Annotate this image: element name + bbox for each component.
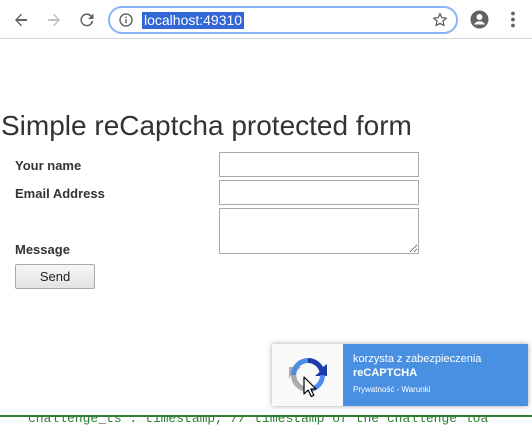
code-editor-strip: challenge_ts": timestamp, // timestamp o…: [0, 415, 532, 425]
page-title: Simple reCaptcha protected form: [1, 110, 412, 141]
message-label: Message: [15, 242, 70, 257]
code-line: challenge_ts": timestamp, // timestamp o…: [28, 415, 489, 425]
email-input[interactable]: [219, 180, 419, 205]
address-url[interactable]: localhost:49310: [142, 12, 245, 29]
account-icon[interactable]: [470, 10, 489, 29]
back-button[interactable]: [9, 8, 33, 32]
message-textarea[interactable]: [219, 208, 419, 254]
name-label: Your name: [15, 158, 82, 173]
email-label: Email Address: [15, 186, 105, 201]
terms-link[interactable]: Warunki: [401, 385, 430, 394]
reload-icon: [80, 13, 94, 27]
send-button[interactable]: Send: [15, 264, 95, 289]
recaptcha-protected-text: korzysta z zabezpieczenia: [353, 353, 482, 365]
forward-button[interactable]: [42, 8, 66, 32]
more-menu-icon[interactable]: [505, 10, 521, 29]
address-bar[interactable]: localhost:49310: [108, 6, 458, 34]
info-icon[interactable]: [119, 13, 133, 27]
forward-arrow-icon: [48, 13, 60, 27]
bookmark-star-icon[interactable]: [432, 12, 448, 28]
recaptcha-links: Prywatność - Warunki: [353, 384, 518, 396]
name-input[interactable]: [219, 152, 419, 177]
browser-toolbar: localhost:49310: [0, 0, 532, 39]
mouse-cursor-icon: [303, 376, 317, 398]
recaptcha-info-panel: korzysta z zabezpieczenia reCAPTCHA Pryw…: [343, 344, 528, 406]
privacy-link[interactable]: Prywatność: [353, 385, 394, 394]
back-arrow-icon: [15, 13, 27, 27]
reload-button[interactable]: [75, 8, 99, 32]
recaptcha-brand-text: reCAPTCHA: [353, 367, 418, 379]
